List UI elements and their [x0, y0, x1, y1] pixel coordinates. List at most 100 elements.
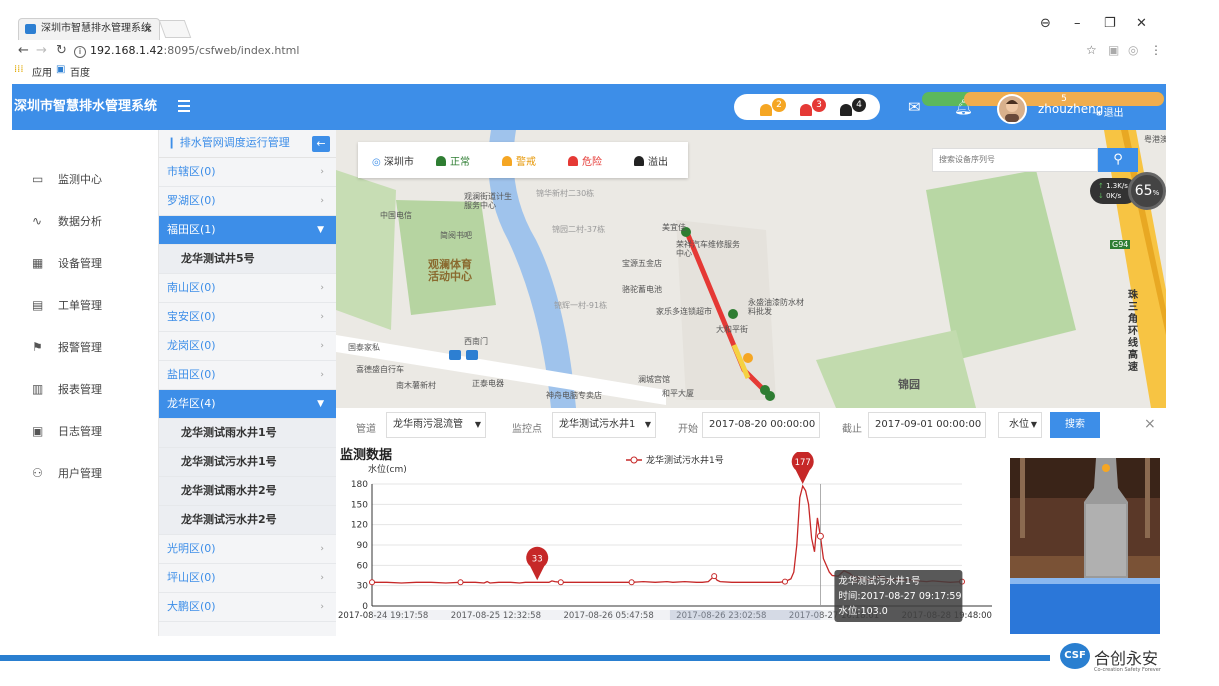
speed-up-value: 1.3K/s: [1106, 182, 1128, 190]
info-icon[interactable]: i: [74, 46, 86, 58]
district-item[interactable]: 光明区(0) ›: [159, 535, 336, 564]
water: [1010, 582, 1160, 634]
forward-icon[interactable]: →: [36, 43, 47, 58]
sidebar-item[interactable]: ▣ 日志管理: [12, 410, 158, 452]
series-point: [557, 579, 564, 586]
district-label: 市辖区(0): [167, 165, 216, 178]
legend-item[interactable]: 溢出: [634, 153, 668, 168]
tree-collapse-button[interactable]: ←: [312, 136, 330, 152]
window-close-button[interactable]: ✕: [1136, 16, 1147, 31]
map-view[interactable]: 观澜体育 活动中心 锦园 珠三角环线高速 观澜街道计生服务中心 中国电信 简阅书…: [336, 130, 1166, 408]
tab-bar: 深圳市智慧排水管理系统 × ⊖ – ❐ ✕: [12, 14, 1166, 40]
tab-close-button[interactable]: ×: [144, 19, 153, 39]
back-icon[interactable]: ←: [18, 43, 29, 58]
district-item[interactable]: 坪山区(0) ›: [159, 564, 336, 593]
y-axis-label: 水位(cm): [368, 463, 407, 475]
account-icon[interactable]: ⊖: [1040, 16, 1051, 31]
tab-title: 深圳市智慧排水管理系统: [41, 23, 151, 34]
legend-item[interactable]: 危险: [568, 153, 602, 168]
bookmark-apps[interactable]: 应用: [32, 64, 52, 79]
district-label: 龙华区(4): [167, 397, 216, 410]
district-label: 龙岗区(0): [167, 339, 216, 352]
end-date-input[interactable]: 2017-09-01 00:00:00: [868, 412, 986, 438]
bookmark-star-icon[interactable]: ☆: [1086, 43, 1097, 57]
logo-mark: CSF: [1060, 643, 1090, 669]
url-field[interactable]: i 192.168.1.42:8095/csfweb/index.html: [74, 42, 1094, 60]
sidebar-item[interactable]: ▭ 监测中心: [12, 158, 158, 200]
sidebar-item[interactable]: ▤ 工单管理: [12, 284, 158, 326]
district-item[interactable]: 龙华区(4) ▼: [159, 390, 336, 419]
legend-marker: [630, 456, 638, 464]
panel-close-button[interactable]: ×: [1144, 416, 1156, 432]
well-marker-5[interactable]: [765, 391, 775, 401]
browser-tab[interactable]: 深圳市智慧排水管理系统 ×: [18, 18, 160, 40]
district-item[interactable]: 市辖区(0) ›: [159, 158, 336, 187]
sidebar-item[interactable]: ⚇ 用户管理: [12, 452, 158, 494]
district-label: 罗湖区(0): [167, 194, 216, 207]
district-item[interactable]: 龙岗区(0) ›: [159, 332, 336, 361]
alarm-overflow[interactable]: 4: [838, 98, 868, 118]
danger-count: 3: [812, 98, 826, 112]
new-tab-button[interactable]: [158, 20, 192, 38]
sidebar-item[interactable]: ▦ 设备管理: [12, 242, 158, 284]
search-button[interactable]: 搜索: [1050, 412, 1100, 438]
sidebar-item-label: 报警管理: [58, 341, 102, 354]
well-item[interactable]: 龙华测试雨水井1号: [159, 419, 336, 448]
maximize-button[interactable]: ❐: [1104, 16, 1116, 31]
chevron-right-icon: ›: [320, 196, 324, 206]
bookmark-baidu[interactable]: 百度: [70, 64, 90, 79]
type-select-value: 水位: [1009, 419, 1029, 430]
legend-series-name: 龙华测试污水井1号: [646, 454, 724, 466]
district-item[interactable]: 南山区(0) ›: [159, 274, 336, 303]
avatar[interactable]: [997, 94, 1027, 124]
mail-icon[interactable]: ✉: [908, 98, 921, 116]
district-item[interactable]: 宝安区(0) ›: [159, 303, 336, 332]
point-select[interactable]: 龙华测试污水井1 ▼: [552, 412, 656, 438]
water-level-chart[interactable]: 水位(cm)03060901201501802017-08-24 19:17:5…: [336, 452, 1008, 634]
camera-image: [1010, 458, 1160, 634]
type-select[interactable]: 水位 ▼: [998, 412, 1042, 438]
map-poi-13: 喜德盛自行车: [356, 365, 404, 374]
legend-item[interactable]: 警戒: [502, 153, 536, 168]
map-poi-23: G94: [1110, 240, 1131, 249]
map-poi-2: 中国电信: [380, 211, 412, 220]
well-marker-3[interactable]: [743, 353, 753, 363]
sidebar-item[interactable]: ∿ 数据分析: [12, 200, 158, 242]
well-item[interactable]: 龙华测试污水井2号: [159, 506, 336, 535]
district-item[interactable]: 盐田区(0) ›: [159, 361, 336, 390]
warning-lamp-icon: [760, 104, 772, 116]
menu-dots-icon[interactable]: ⋮: [1150, 43, 1162, 57]
logout-button[interactable]: ⇥ 退出: [1092, 104, 1124, 119]
zoom-slider-window[interactable]: [669, 610, 821, 620]
alarm-danger[interactable]: 3: [798, 98, 828, 118]
map-poi-19: 锦华新村二30栋: [536, 189, 595, 198]
district-label: 盐田区(0): [167, 368, 216, 381]
sidebar-item-label: 报表管理: [58, 383, 102, 396]
district-item[interactable]: 大鹏区(0) ›: [159, 593, 336, 622]
pipe-select[interactable]: 龙华雨污混流管 ▼: [386, 412, 486, 438]
alarm-summary[interactable]: 2 3 4: [734, 94, 880, 120]
well-marker-2[interactable]: [728, 309, 738, 319]
alarm-warning[interactable]: 2: [758, 98, 788, 118]
well-item[interactable]: 龙华测试井5号: [159, 245, 336, 274]
sidebar-item[interactable]: ▥ 报表管理: [12, 368, 158, 410]
camera-view[interactable]: [1010, 458, 1160, 634]
well-label: 龙华测试雨水井1号: [181, 426, 277, 439]
well-item[interactable]: 龙华测试污水井1号: [159, 448, 336, 477]
map-label-expressway: 珠三角环线高速: [1128, 290, 1138, 373]
reload-icon[interactable]: ↻: [56, 43, 67, 58]
extension-icon[interactable]: ▣: [1108, 43, 1119, 57]
legend-item[interactable]: 正常: [436, 153, 470, 168]
extension2-icon[interactable]: ◎: [1128, 43, 1138, 57]
tooltip-line: 水位:103.0: [838, 605, 887, 617]
map-search-button[interactable]: ⚲: [1098, 148, 1138, 172]
tree-title: ❙ 排水管网调度运行管理: [159, 130, 336, 158]
menu-toggle-icon[interactable]: [178, 100, 190, 112]
device-search-input[interactable]: 搜索设备序列号: [932, 148, 1098, 172]
district-item[interactable]: 罗湖区(0) ›: [159, 187, 336, 216]
well-item[interactable]: 龙华测试雨水井2号: [159, 477, 336, 506]
district-item[interactable]: 福田区(1) ▼: [159, 216, 336, 245]
minimize-button[interactable]: –: [1074, 16, 1081, 31]
start-date-input[interactable]: 2017-08-20 00:00:00: [702, 412, 820, 438]
sidebar-item[interactable]: ⚑ 报警管理: [12, 326, 158, 368]
